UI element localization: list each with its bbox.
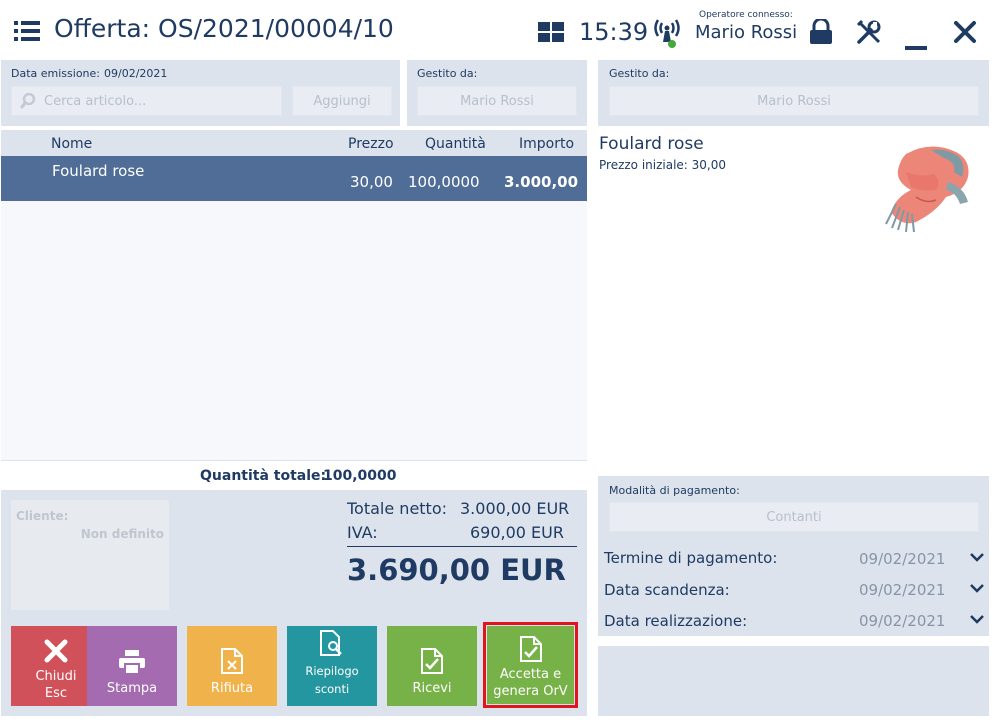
minimize-icon[interactable] (905, 36, 927, 50)
row-name: Foulard rose (52, 162, 145, 180)
vat-value: 690,00 EUR (469, 523, 564, 542)
grand-total: 3.690,00 EUR (347, 553, 566, 587)
bottom-right-panel (598, 646, 989, 716)
realization-value[interactable]: 09/02/2021 (859, 612, 945, 630)
document-reject-icon (221, 648, 243, 674)
realization-label: Data realizzazione: (604, 612, 748, 630)
tools-icon[interactable] (856, 19, 882, 45)
total-quantity-bar: Quantità totale: 100,0000 (1, 460, 587, 490)
table-row[interactable]: Foulard rose 30,00 100,0000 3.000,00 (1, 156, 587, 201)
chevron-down-icon[interactable] (969, 582, 985, 594)
printer-icon (119, 650, 145, 674)
product-initial-price: Prezzo iniziale: 30,00 (599, 158, 727, 172)
client-value: Non definito (80, 527, 164, 541)
add-button[interactable]: Aggiungi (292, 86, 392, 116)
accept-button-label-2: genera OrV (493, 684, 568, 699)
reject-button-label: Rifiuta (210, 681, 254, 696)
accept-generate-button[interactable]: Accetta e genera OrV (487, 626, 574, 704)
print-button-label: Stampa (106, 681, 158, 696)
table-body-empty (1, 201, 587, 460)
print-button[interactable]: Stampa (87, 626, 177, 706)
right-managed-by-field[interactable]: Mario Rossi (609, 86, 979, 116)
client-box[interactable]: Cliente: Non definito (11, 500, 169, 610)
net-total-label: Totale netto: (347, 499, 448, 518)
close-button-label-1: Chiudi (35, 669, 77, 684)
reject-button[interactable]: Rifiuta (187, 626, 277, 706)
search-placeholder: Cerca articolo... (44, 93, 147, 109)
document-check-icon (421, 648, 443, 674)
payment-method-field[interactable]: Contanti (609, 502, 979, 532)
net-total-value: 3.000,00 EUR (460, 499, 570, 518)
column-amount[interactable]: Importo (519, 136, 574, 152)
document-check-icon (519, 636, 542, 662)
due-term-value[interactable]: 09/02/2021 (859, 550, 945, 568)
issue-date-label: Data emissione: (11, 67, 100, 80)
right-managed-by-label: Gestito da: (609, 67, 670, 80)
discounts-summary-label: Riepilogo sconti (305, 664, 359, 696)
grid-icon[interactable] (538, 22, 564, 42)
operator-label: Operatore connesso: (699, 10, 793, 20)
menu-icon[interactable] (14, 20, 40, 42)
total-quantity-label: Quantità totale: (200, 468, 327, 484)
chevron-down-icon[interactable] (969, 551, 985, 563)
managed-by-field[interactable]: Mario Rossi (417, 86, 577, 116)
operator-name: Mario Rossi (695, 22, 798, 43)
managed-by-label: Gestito da: (417, 67, 478, 80)
due-term-label: Termine di pagamento: (604, 549, 778, 567)
expiry-label: Data scandenza: (604, 581, 730, 599)
product-details: Foulard rose Prezzo iniziale: 30,00 (598, 130, 989, 470)
payment-method-label: Modalità di pagamento: (609, 484, 740, 497)
summary-divider (347, 546, 577, 547)
search-icon (20, 93, 36, 109)
document-search-icon (320, 630, 342, 656)
clock: 15:39 (579, 18, 649, 46)
receive-button[interactable]: Ricevi (387, 626, 477, 706)
chevron-down-icon[interactable] (969, 613, 985, 625)
product-name: Foulard rose (599, 134, 704, 154)
scarf-product-image (885, 146, 969, 233)
receive-button-label: Ricevi (412, 681, 452, 696)
page-title: Offerta: OS/2021/00004/10 (54, 14, 394, 43)
signal-icon (651, 16, 683, 50)
close-icon[interactable] (953, 20, 977, 44)
discounts-summary-button[interactable]: Riepilogo sconti (287, 626, 377, 706)
expiry-value[interactable]: 09/02/2021 (859, 581, 945, 599)
lock-icon[interactable] (809, 17, 833, 45)
row-quantity: 100,0000 (408, 173, 480, 191)
row-price: 30,00 (350, 173, 393, 191)
close-button-label-2: Esc (44, 686, 68, 701)
issue-date-value: 09/02/2021 (104, 67, 168, 80)
total-quantity-value: 100,0000 (323, 468, 397, 484)
column-name[interactable]: Nome (51, 136, 92, 152)
accept-button-label-1: Accetta e (499, 667, 562, 682)
column-quantity[interactable]: Quantità (425, 136, 486, 152)
client-label: Cliente: (16, 509, 69, 523)
search-input[interactable]: Cerca articolo... (11, 86, 282, 116)
vat-label: IVA: (347, 523, 378, 542)
column-price[interactable]: Prezzo (348, 136, 394, 152)
row-amount: 3.000,00 (504, 173, 579, 191)
x-icon (44, 639, 68, 663)
